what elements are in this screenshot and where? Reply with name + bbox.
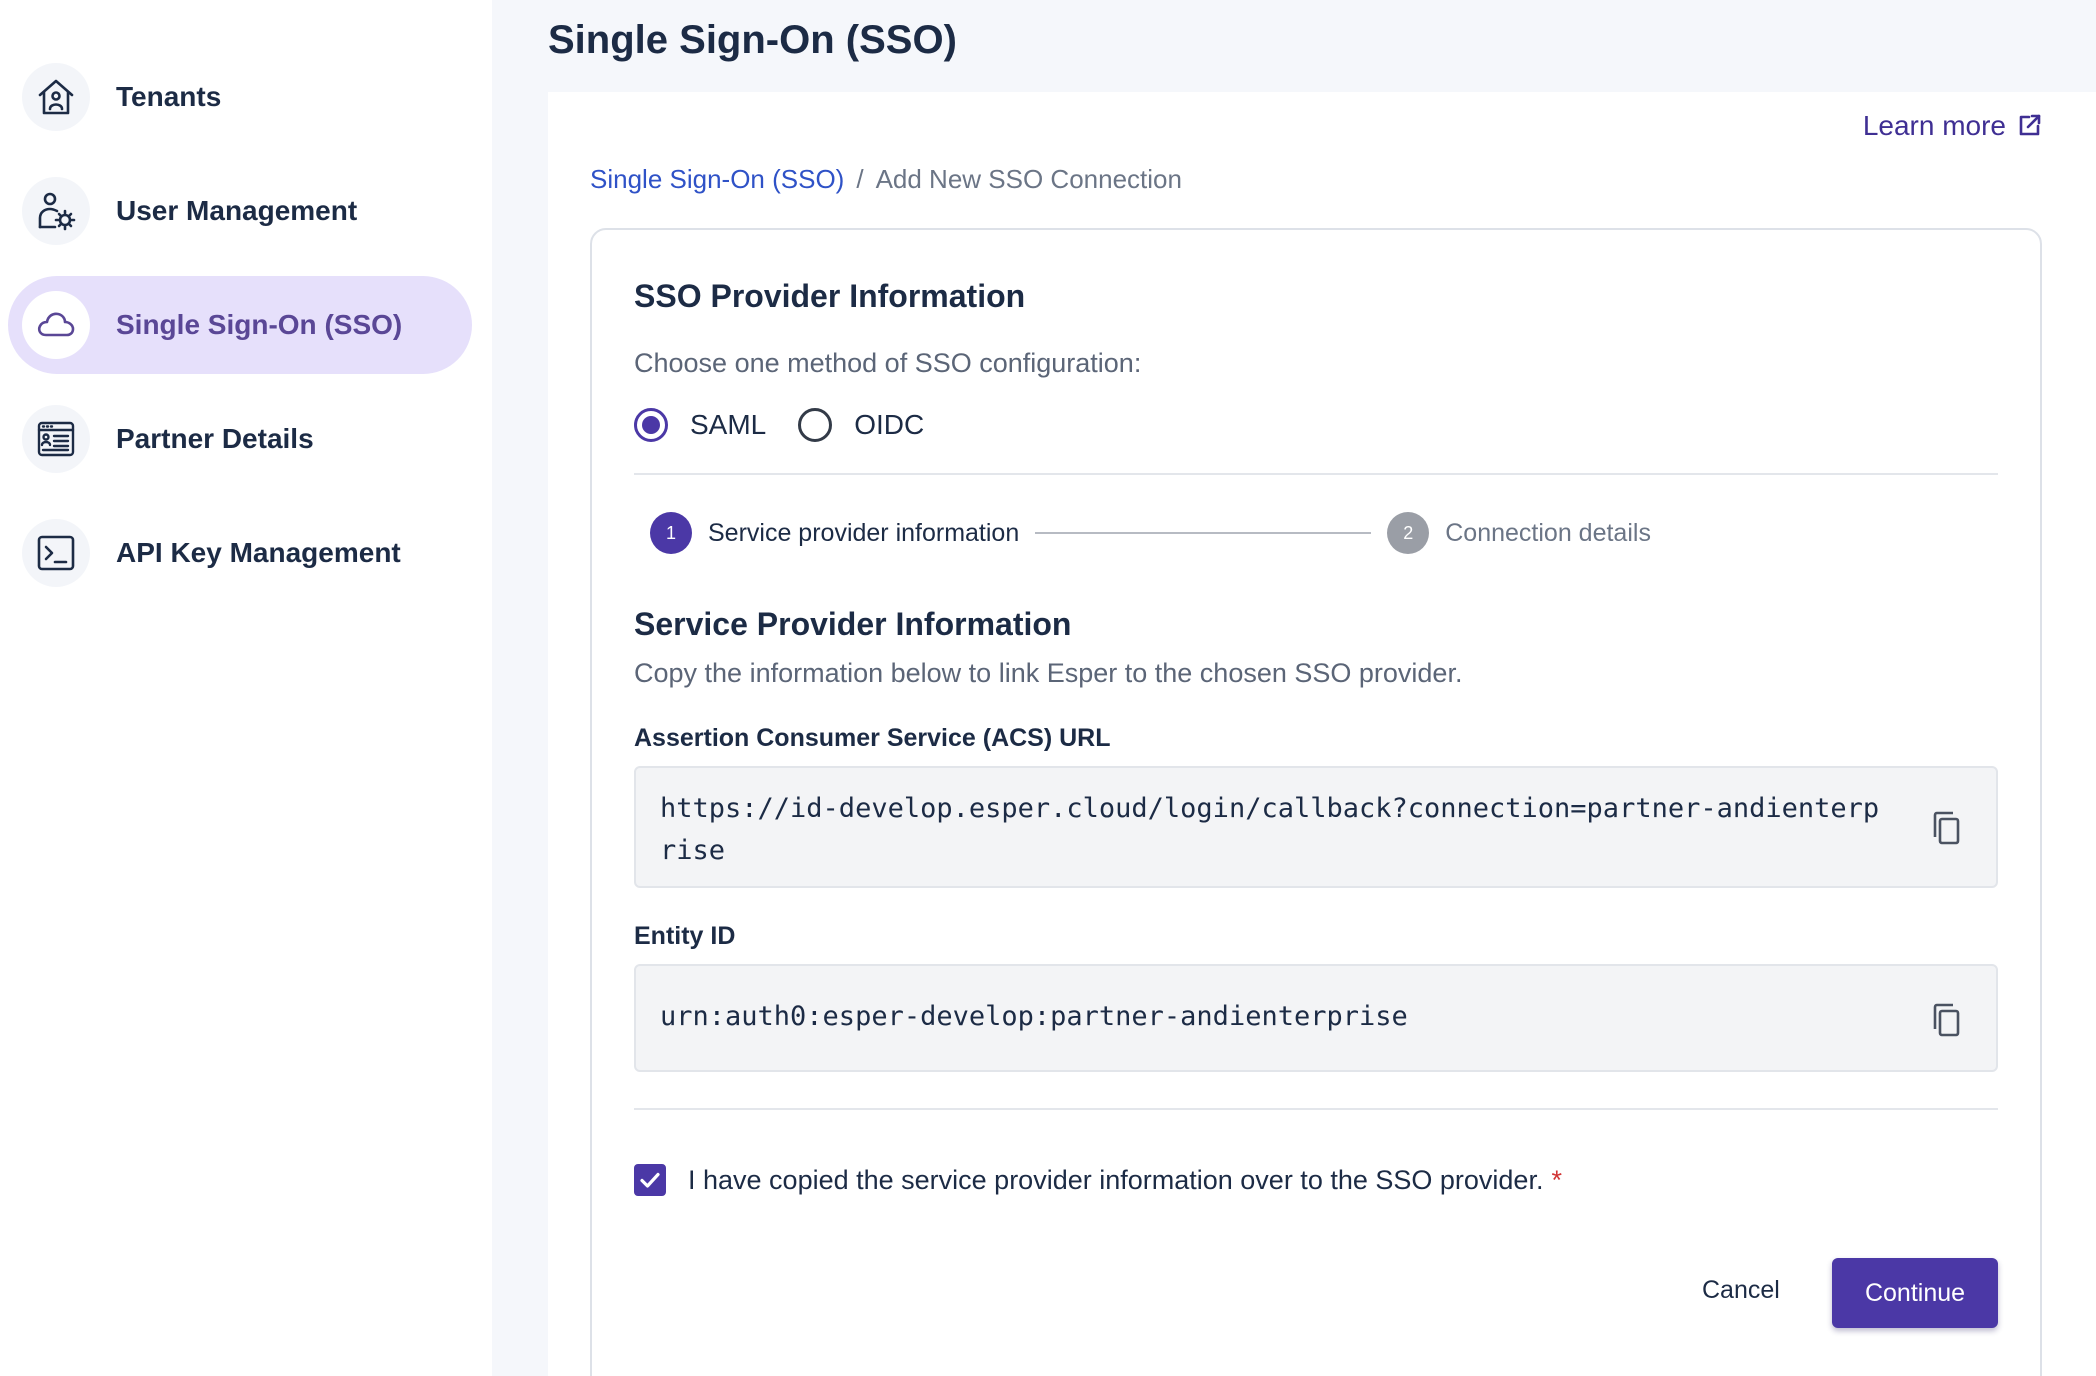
entity-id-field[interactable]: urn:auth0:esper-develop:partner-andiente…: [634, 964, 1998, 1072]
sso-provider-card: SSO Provider Information Choose one meth…: [590, 228, 2042, 1376]
confirm-checkbox[interactable]: [634, 1164, 666, 1196]
learn-more-label: Learn more: [1862, 110, 2006, 141]
sidebar-item-label: API Key Management: [116, 537, 401, 568]
acs-url-field[interactable]: https://id-develop.esper.cloud/login/cal…: [634, 766, 1998, 888]
page-title: Single Sign-On (SSO): [548, 18, 957, 62]
stepper: 1 Service provider information 2 Connect…: [650, 512, 2014, 554]
copy-acs-url-button[interactable]: [1926, 808, 1966, 848]
entity-id-label: Entity ID: [634, 922, 736, 950]
copy-entity-id-button[interactable]: [1926, 1000, 1966, 1040]
sidebar-item-tenants[interactable]: Tenants: [8, 48, 472, 146]
breadcrumb-link-sso[interactable]: Single Sign-On (SSO): [590, 164, 844, 195]
confirm-checkbox-label[interactable]: I have copied the service provider infor…: [688, 1165, 1543, 1196]
external-link-icon: [2019, 114, 2041, 136]
sidebar-item-sso[interactable]: Single Sign-On (SSO): [8, 276, 472, 374]
main-content: Learn more Single Sign-On (SSO) / Add Ne…: [548, 92, 2096, 1376]
method-prompt: Choose one method of SSO configuration:: [634, 348, 1142, 378]
radio-oidc-label[interactable]: OIDC: [854, 409, 924, 441]
radio-saml[interactable]: [634, 408, 668, 442]
sidebar-item-label: Tenants: [116, 81, 222, 112]
sidebar-item-label: Single Sign-On (SSO): [116, 309, 403, 340]
learn-more-link[interactable]: Learn more: [1863, 110, 2042, 142]
divider: [634, 473, 1998, 475]
section-title: Service Provider Information: [634, 606, 1072, 642]
required-mark: *: [1551, 1164, 1562, 1195]
checkmark-icon: [640, 1172, 660, 1188]
acs-url-label: Assertion Consumer Service (ACS) URL: [634, 724, 1111, 752]
sidebar-item-label: User Management: [116, 195, 358, 226]
breadcrumb-separator: /: [856, 164, 864, 194]
step-2-label: Connection details: [1445, 518, 1651, 547]
user-gear-icon: [22, 177, 90, 245]
radio-oidc[interactable]: [798, 408, 833, 442]
section-description: Copy the information below to link Esper…: [634, 658, 1463, 688]
id-card-list-icon: [22, 405, 90, 473]
house-user-icon: [22, 63, 90, 131]
sidebar-item-label: Partner Details: [116, 423, 314, 454]
divider: [634, 1108, 1998, 1110]
terminal-icon: [22, 519, 90, 587]
copy-icon: [1933, 1003, 1960, 1037]
sidebar-item-api-key-management[interactable]: API Key Management: [8, 504, 472, 602]
card-title: SSO Provider Information: [634, 278, 1026, 314]
sidebar-item-user-management[interactable]: User Management: [8, 162, 472, 260]
acs-url-value: https://id-develop.esper.cloud/login/cal…: [660, 793, 1880, 866]
cancel-button[interactable]: Cancel: [1702, 1276, 1780, 1305]
continue-button[interactable]: Continue: [1832, 1258, 1998, 1328]
breadcrumb: Single Sign-On (SSO) / Add New SSO Conne…: [590, 164, 1182, 195]
breadcrumb-current: Add New SSO Connection: [875, 164, 1182, 194]
confirm-checkbox-row: I have copied the service provider infor…: [634, 1164, 1998, 1196]
step-1-label: Service provider information: [708, 518, 1020, 547]
entity-id-value: urn:auth0:esper-develop:partner-andiente…: [660, 1001, 1408, 1032]
cloud-icon: [22, 291, 90, 359]
sidebar-item-partner-details[interactable]: Partner Details: [8, 390, 472, 488]
radio-saml-label[interactable]: SAML: [690, 409, 766, 441]
sidebar: Tenants User Management Single Sign-On (…: [0, 0, 492, 1376]
sso-method-radio-group: SAML OIDC: [634, 408, 1998, 442]
step-1-number: 1: [650, 512, 692, 554]
copy-icon: [1933, 811, 1960, 845]
step-connector: [1035, 532, 1372, 534]
step-2-number: 2: [1387, 512, 1430, 554]
